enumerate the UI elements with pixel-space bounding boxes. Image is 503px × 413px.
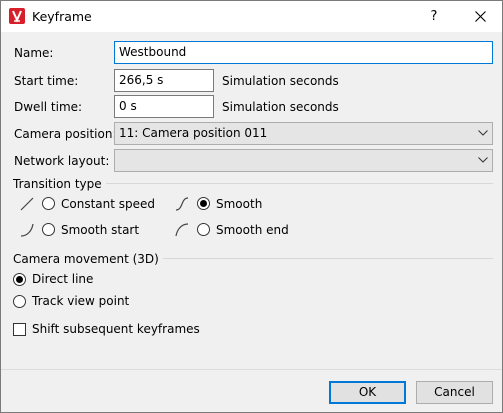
ease-out-curve-icon (175, 223, 189, 237)
ease-in-curve-icon (20, 223, 34, 237)
camera-movement-group-label: Camera movement (3D) (13, 252, 163, 266)
constant-speed-label: Constant speed (61, 197, 156, 211)
constant-speed-radio[interactable] (42, 197, 55, 210)
network-layout-label: Network layout: (14, 154, 110, 168)
shift-keyframes-label: Shift subsequent keyframes (32, 322, 200, 336)
start-time-unit: Simulation seconds (222, 74, 339, 88)
start-time-label: Start time: (14, 74, 79, 88)
shift-keyframes-checkbox[interactable] (13, 323, 26, 336)
direct-line-radio[interactable] (13, 273, 26, 286)
smooth-label: Smooth (216, 197, 263, 211)
name-label: Name: (14, 46, 54, 60)
window-title: Keyframe (32, 9, 92, 24)
cancel-button[interactable]: Cancel (416, 381, 493, 404)
direct-line-label: Direct line (32, 272, 94, 286)
name-input[interactable]: Westbound (114, 41, 493, 64)
button-bar-separator (1, 369, 502, 370)
camera-position-select[interactable]: 11: Camera position 011 (114, 122, 493, 145)
vissim-logo-icon (9, 8, 25, 24)
track-view-point-radio[interactable] (13, 295, 26, 308)
transition-group-label: Transition type (13, 177, 106, 191)
camera-position-value: 11: Camera position 011 (119, 126, 268, 140)
ease-in-out-curve-icon (175, 197, 189, 211)
dwell-time-label: Dwell time: (14, 100, 83, 114)
smooth-start-radio[interactable] (42, 223, 55, 236)
camera-position-label: Camera position: (14, 127, 117, 141)
smooth-start-label: Smooth start (61, 223, 140, 237)
ok-button[interactable]: OK (329, 381, 406, 404)
linear-curve-icon (20, 197, 34, 211)
dwell-time-input[interactable]: 0 s (114, 95, 214, 118)
help-icon: ? (430, 9, 438, 24)
chevron-down-icon (478, 157, 488, 163)
keyframe-dialog: Keyframe ? Name: Westbound Start time: 2… (0, 0, 503, 413)
smooth-end-radio[interactable] (197, 223, 210, 236)
chevron-down-icon (478, 130, 488, 136)
track-view-point-label: Track view point (32, 294, 130, 308)
start-time-input[interactable]: 266,5 s (114, 69, 214, 92)
smooth-end-label: Smooth end (216, 223, 289, 237)
close-button[interactable] (459, 1, 502, 32)
smooth-radio[interactable] (197, 197, 210, 210)
close-icon (475, 11, 486, 22)
dwell-time-unit: Simulation seconds (222, 100, 339, 114)
network-layout-select[interactable] (114, 149, 493, 172)
title-bar: Keyframe ? (1, 1, 502, 32)
help-button[interactable]: ? (416, 1, 452, 32)
